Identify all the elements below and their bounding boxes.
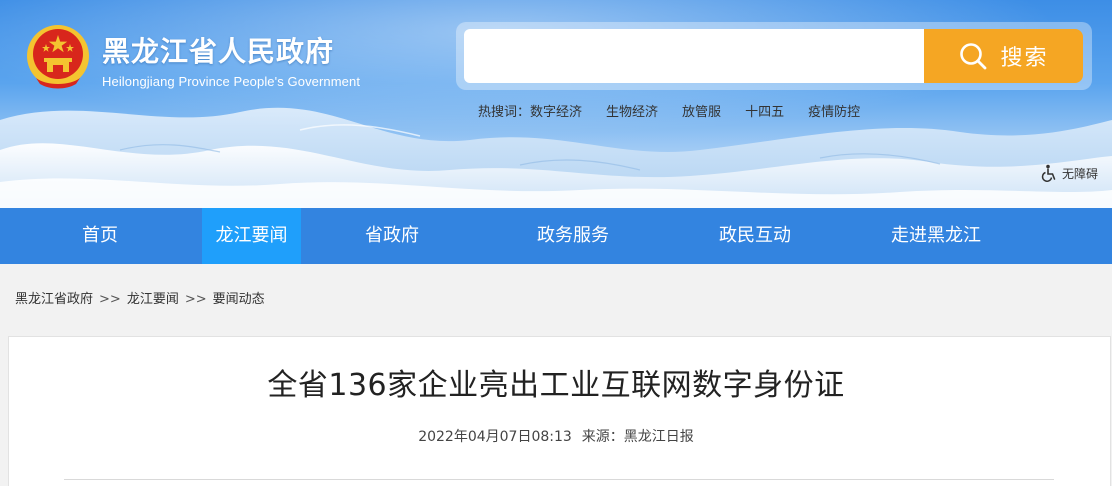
nav-item-about-heilongjiang[interactable]: 走进黑龙江 [876, 208, 996, 264]
breadcrumb-item[interactable]: 龙江要闻 [127, 291, 179, 309]
breadcrumb-separator: >> [99, 292, 121, 307]
search-input[interactable] [464, 29, 934, 83]
nav-item-home[interactable]: 首页 [60, 208, 140, 264]
search-button[interactable]: 搜索 [924, 29, 1083, 83]
national-emblem-icon [27, 25, 89, 89]
accessibility-label: 无障碍 [1062, 166, 1099, 181]
article-source: 来源：黑龙江日报 [581, 429, 694, 445]
article-meta: 2022年04月07日08:13 来源：黑龙江日报 [0, 428, 1112, 446]
hot-search-term[interactable]: 十四五 [745, 104, 784, 122]
breadcrumb-item[interactable]: 要闻动态 [213, 291, 265, 309]
hot-search: 热搜词：数字经济 生物经济 放管服 十四五 疫情防控 [478, 104, 860, 122]
nav-item-provincial-government[interactable]: 省政府 [352, 208, 432, 264]
accessibility-link[interactable]: 无障碍 [1040, 164, 1098, 182]
breadcrumb: 黑龙江省政府 >> 龙江要闻 >> 要闻动态 [15, 291, 265, 309]
main-nav: 首页 龙江要闻 省政府 政务服务 政民互动 走进黑龙江 [0, 208, 1112, 264]
site-title: 黑龙江省人民政府 [102, 35, 335, 68]
hot-search-label: 热搜词： [478, 105, 531, 120]
header-banner: 黑龙江省人民政府 Heilongjiang Province People's … [0, 0, 1112, 208]
article-divider [64, 479, 1054, 480]
search-bar: 搜索 [456, 22, 1092, 90]
search-icon [960, 43, 987, 70]
hot-search-term[interactable]: 放管服 [682, 104, 721, 122]
hot-search-term[interactable]: 疫情防控 [808, 104, 860, 122]
article-card [8, 336, 1111, 486]
breadcrumb-separator: >> [184, 292, 207, 307]
hot-search-term[interactable]: 数字经济 [530, 105, 582, 120]
hot-search-group: 热搜词：数字经济 [478, 104, 582, 122]
search-button-label: 搜索 [1000, 46, 1049, 71]
site-subtitle: Heilongjiang Province People's Governmen… [102, 74, 361, 89]
nav-item-longjiang-news[interactable]: 龙江要闻 [202, 208, 301, 264]
breadcrumb-item[interactable]: 黑龙江省政府 [15, 291, 93, 309]
wheelchair-icon [1041, 164, 1056, 182]
hot-search-term[interactable]: 生物经济 [606, 104, 658, 122]
article-datetime: 2022年04月07日08:13 [418, 429, 572, 445]
article-title: 全省136家企业亮出工业互联网数字身份证 [267, 368, 845, 403]
nav-item-government-services[interactable]: 政务服务 [523, 208, 623, 264]
nav-item-public-interaction[interactable]: 政民互动 [705, 208, 805, 264]
